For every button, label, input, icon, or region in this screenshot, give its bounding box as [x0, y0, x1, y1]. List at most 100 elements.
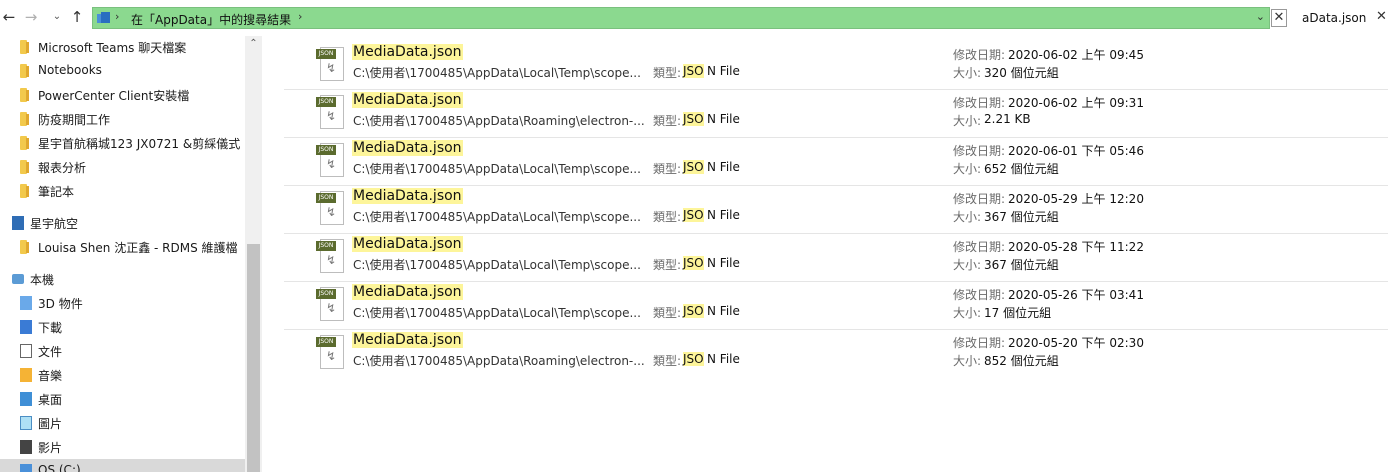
date-value: 2020-05-26 下午 03:41	[1008, 288, 1144, 302]
close-search-button[interactable]: ✕	[1271, 9, 1287, 27]
sidebar-item-label: 星宇航空	[30, 217, 79, 231]
type-label: 類型:	[653, 306, 682, 320]
json-file-icon: JSON ↯	[316, 143, 344, 179]
size-label: 大小:	[953, 162, 982, 176]
sidebar-item-label: 本機	[30, 273, 55, 287]
sidebar-item[interactable]: 筆記本	[0, 179, 245, 203]
file-name[interactable]: MediaData.json	[352, 140, 463, 156]
sidebar-item[interactable]: 圖片	[0, 411, 245, 435]
sidebar-item-label: 音樂	[38, 369, 63, 383]
type-label: 類型:	[653, 162, 682, 176]
size-value: 652 個位元組	[984, 162, 1059, 176]
3d-objects-icon	[20, 296, 32, 310]
date-label: 修改日期:	[953, 48, 1006, 62]
sidebar-item[interactable]: 音樂	[0, 363, 245, 387]
sidebar-item-label: 3D 物件	[38, 297, 83, 311]
sidebar-item-label: Notebooks	[38, 63, 102, 77]
sidebar-item[interactable]: 星宇首航稱城123 JX0721 &剪綵儀式	[0, 131, 245, 155]
date-value: 2020-06-01 下午 05:46	[1008, 144, 1144, 158]
sidebar-item[interactable]: OS (C:)	[0, 459, 245, 472]
sidebar-item-label: 圖片	[38, 417, 63, 431]
music-icon	[20, 368, 32, 382]
file-name[interactable]: MediaData.json	[352, 332, 463, 348]
folder-icon	[20, 136, 29, 150]
type-value: N File	[707, 208, 740, 222]
sidebar-item[interactable]: 文件	[0, 339, 245, 363]
size-label: 大小:	[953, 66, 982, 80]
sidebar-item[interactable]: Notebooks	[0, 59, 245, 83]
file-row[interactable]: JSON ↯ MediaData.json C:\使用者\1700485\AppD…	[284, 282, 1388, 330]
date-value: 2020-06-02 上午 09:31	[1008, 96, 1144, 110]
size-value: 320 個位元組	[984, 66, 1059, 80]
file-name[interactable]: MediaData.json	[352, 44, 463, 60]
type-label: 類型:	[653, 354, 682, 368]
date-label: 修改日期:	[953, 144, 1006, 158]
address-toolbar: ← → ⌄ ↑ › 在「AppData」中的搜尋結果 › ⌄ ✕ aData.j…	[0, 0, 1388, 36]
clear-search-icon[interactable]: ✕	[1376, 9, 1387, 24]
file-name[interactable]: MediaData.json	[352, 92, 463, 108]
size-value: 17 個位元組	[984, 306, 1052, 320]
file-row[interactable]: JSON ↯ MediaData.json C:\使用者\1700485\AppD…	[284, 186, 1388, 234]
sidebar-item[interactable]: 防疫期間工作	[0, 107, 245, 131]
file-path: C:\使用者\1700485\AppData\Local\Temp\scope.…	[353, 306, 641, 320]
chevron-down-icon[interactable]: ⌄	[1256, 10, 1265, 23]
computer-icon	[12, 274, 24, 284]
sidebar-item[interactable]: 影片	[0, 435, 245, 459]
sidebar-scrollbar[interactable]: ⌃	[245, 36, 262, 472]
sidebar-item-label: 影片	[38, 441, 63, 455]
back-button[interactable]: ←	[0, 8, 18, 26]
folder-icon	[20, 88, 29, 102]
recent-locations-button[interactable]: ⌄	[48, 8, 66, 26]
file-name[interactable]: MediaData.json	[352, 236, 463, 252]
file-name[interactable]: MediaData.json	[352, 284, 463, 300]
date-label: 修改日期:	[953, 288, 1006, 302]
sidebar-item[interactable]: 下載	[0, 315, 245, 339]
size-label: 大小:	[953, 306, 982, 320]
sidebar-item[interactable]: 桌面	[0, 387, 245, 411]
sidebar-item[interactable]: Microsoft Teams 聊天檔案	[0, 36, 245, 59]
sidebar-item[interactable]: 報表分析	[0, 155, 245, 179]
file-row[interactable]: JSON ↯ MediaData.json C:\使用者\1700485\AppD…	[284, 90, 1388, 138]
address-bar[interactable]: › 在「AppData」中的搜尋結果 › ⌄	[92, 7, 1270, 29]
type-highlight: JSO	[683, 304, 704, 318]
breadcrumb-separator[interactable]: ›	[298, 10, 302, 23]
type-value: N File	[707, 112, 740, 126]
sidebar-item[interactable]: 本機	[0, 267, 245, 291]
file-row[interactable]: JSON ↯ MediaData.json C:\使用者\1700485\AppD…	[284, 42, 1388, 90]
breadcrumb-search-results[interactable]: 在「AppData」中的搜尋結果	[131, 11, 291, 28]
date-value: 2020-05-29 上午 12:20	[1008, 192, 1144, 206]
sidebar-item-label: Microsoft Teams 聊天檔案	[38, 41, 187, 55]
file-row[interactable]: JSON ↯ MediaData.json C:\使用者\1700485\AppD…	[284, 330, 1388, 378]
file-row[interactable]: JSON ↯ MediaData.json C:\使用者\1700485\AppD…	[284, 138, 1388, 186]
file-row[interactable]: JSON ↯ MediaData.json C:\使用者\1700485\AppD…	[284, 234, 1388, 282]
search-input[interactable]: aData.json	[1302, 11, 1366, 25]
file-name[interactable]: MediaData.json	[352, 188, 463, 204]
forward-button[interactable]: →	[22, 8, 40, 26]
sidebar-item-label: 文件	[38, 345, 63, 359]
file-path: C:\使用者\1700485\AppData\Local\Temp\scope.…	[353, 66, 641, 80]
drive-icon	[20, 464, 32, 472]
sidebar-item[interactable]: PowerCenter Client安裝檔	[0, 83, 245, 107]
pictures-icon	[20, 416, 32, 430]
search-field[interactable]: aData.json ✕	[1298, 7, 1388, 29]
size-value: 852 個位元組	[984, 354, 1059, 368]
type-highlight: JSO	[683, 160, 704, 174]
date-value: 2020-05-20 下午 02:30	[1008, 336, 1144, 350]
scrollbar-thumb[interactable]	[247, 244, 260, 472]
up-button[interactable]: ↑	[68, 8, 86, 26]
sidebar-item[interactable]: 星宇航空	[0, 211, 245, 235]
folder-icon	[20, 112, 29, 126]
scroll-up-icon[interactable]: ⌃	[245, 38, 262, 52]
type-label: 類型:	[653, 66, 682, 80]
folder-icon	[20, 240, 29, 254]
type-label: 類型:	[653, 258, 682, 272]
sidebar-item-label: Louisa Shen 沈正鑫 - RDMS 維護檔	[38, 241, 238, 255]
json-file-icon: JSON ↯	[316, 239, 344, 275]
size-value: 367 個位元組	[984, 258, 1059, 272]
folder-icon	[20, 64, 29, 78]
sidebar-item[interactable]: 3D 物件	[0, 291, 245, 315]
size-label: 大小:	[953, 114, 982, 128]
breadcrumb-separator[interactable]: ›	[115, 10, 119, 23]
folder-icon	[20, 184, 29, 198]
sidebar-item[interactable]: Louisa Shen 沈正鑫 - RDMS 維護檔	[0, 235, 245, 259]
